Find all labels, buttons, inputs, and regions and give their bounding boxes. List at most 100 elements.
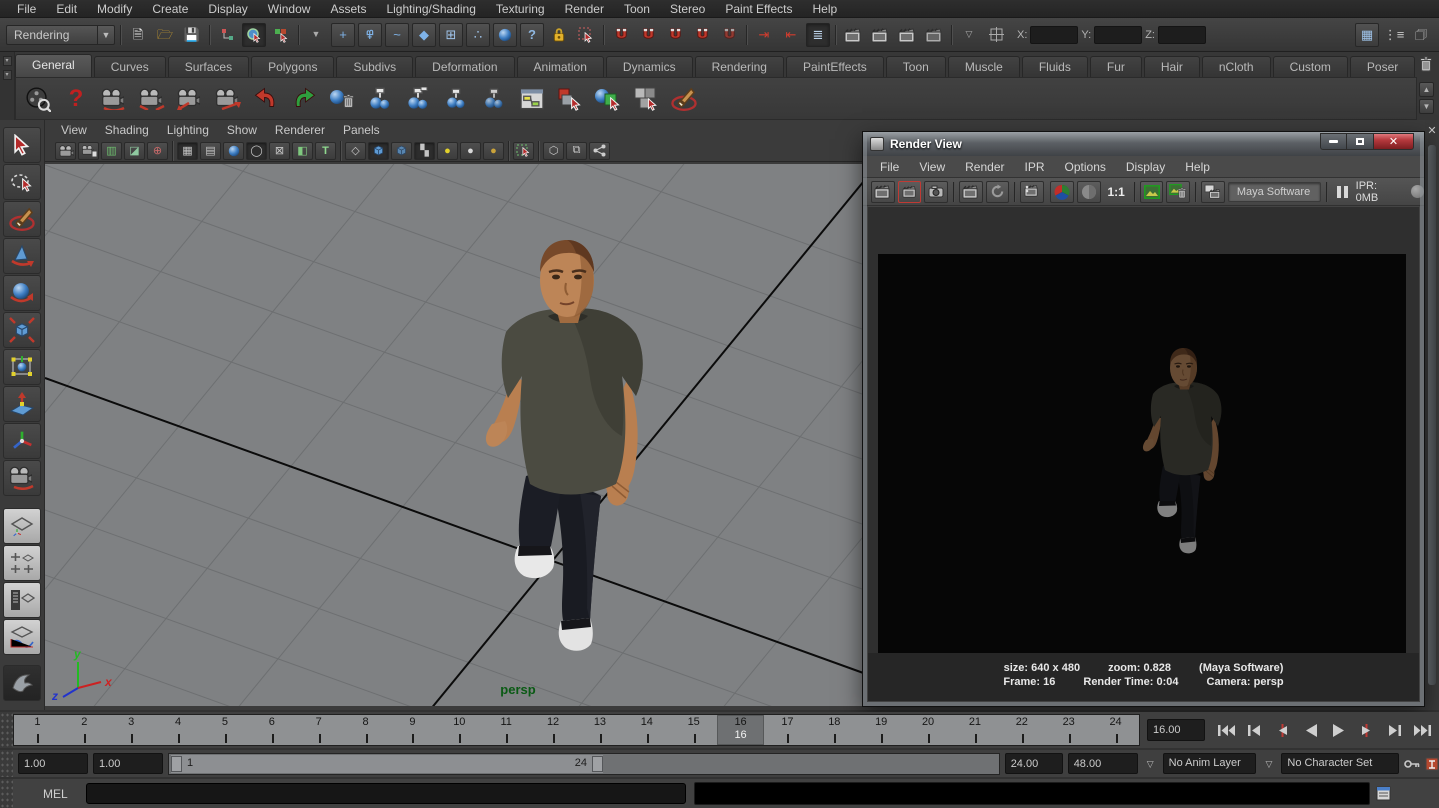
go-to-start-button[interactable]	[1213, 717, 1240, 743]
playback-end-field[interactable]	[1005, 753, 1063, 774]
keep-image-button[interactable]	[1140, 181, 1164, 203]
timeline-frame-12[interactable]: 12	[530, 715, 577, 745]
timeline-frame-2[interactable]: 2	[61, 715, 108, 745]
timeline-frame-1[interactable]: 1	[14, 715, 61, 745]
bookmarks-button[interactable]: ▥	[101, 142, 122, 160]
select-object-button[interactable]	[242, 23, 266, 47]
shelf-tab-poser[interactable]: Poser	[1350, 56, 1415, 77]
display-alpha-channel-button[interactable]	[1077, 181, 1101, 203]
render-menu-view[interactable]: View	[910, 159, 954, 175]
mask-rendering-button[interactable]	[493, 23, 517, 47]
image-plane-button[interactable]: ◪	[124, 142, 145, 160]
film-gate-button[interactable]: ▤	[200, 142, 221, 160]
share-view-button[interactable]	[589, 142, 610, 160]
shelf-item-select-component[interactable]	[628, 81, 664, 117]
chevron-down-icon[interactable]: ▽	[1261, 755, 1276, 773]
toolbar-divider[interactable]	[949, 23, 954, 47]
timeline-frame-21[interactable]: 21	[952, 715, 999, 745]
shelf-tab-general[interactable]: General	[15, 54, 92, 77]
go-to-end-button[interactable]	[1409, 717, 1436, 743]
default-lighting-button[interactable]: ●	[437, 142, 458, 160]
mask-deformers-button[interactable]: ⊞	[439, 23, 463, 47]
render-menu-display[interactable]: Display	[1117, 159, 1174, 175]
shelf-item-render-view[interactable]	[20, 81, 56, 117]
toolbar-divider[interactable]	[118, 23, 123, 47]
timeline-frame-6[interactable]: 6	[248, 715, 295, 745]
command-drag-handle[interactable]	[0, 779, 13, 808]
select-component-button[interactable]	[269, 23, 293, 47]
playback-start-field[interactable]	[93, 753, 163, 774]
menu-edit[interactable]: Edit	[47, 1, 86, 17]
step-forward-key-button[interactable]	[1353, 717, 1380, 743]
timeline-frame-15[interactable]: 15	[670, 715, 717, 745]
close-panel-icon[interactable]: ✕	[1425, 124, 1439, 137]
mask-joints-button[interactable]: ߾	[358, 23, 382, 47]
step-back-key-button[interactable]	[1269, 717, 1296, 743]
shelf-tab-polygons[interactable]: Polygons	[251, 56, 334, 77]
maya-muscle-tool-button[interactable]	[3, 665, 41, 701]
select-tool-button[interactable]	[3, 127, 41, 163]
shelf-tab-fluids[interactable]: Fluids	[1022, 56, 1088, 77]
shelf-item-ik-handle-tool[interactable]	[400, 81, 436, 117]
isolate-select-button[interactable]: ⬡	[543, 142, 564, 160]
universal-manipulator-button[interactable]	[3, 349, 41, 385]
timeline-frame-24[interactable]: 24	[1092, 715, 1139, 745]
menu-texturing[interactable]: Texturing	[487, 1, 554, 17]
shelf-item-redo[interactable]	[286, 81, 322, 117]
timeline-frame-4[interactable]: 4	[155, 715, 202, 745]
use-all-lights-button[interactable]: ▚	[414, 142, 435, 160]
selection-mask-expand-button[interactable]: ▼	[304, 23, 328, 47]
snap-to-points-button[interactable]	[663, 23, 687, 47]
y-input[interactable]	[1094, 26, 1142, 44]
timeline-frame-20[interactable]: 20	[905, 715, 952, 745]
timeline-frame-10[interactable]: 10	[436, 715, 483, 745]
timeline-frame-22[interactable]: 22	[998, 715, 1045, 745]
toolbar-divider[interactable]	[601, 23, 606, 47]
timeline-frame-11[interactable]: 11	[483, 715, 530, 745]
pause-ipr-button[interactable]	[1332, 186, 1353, 198]
shelf-item-hypergraph[interactable]	[514, 81, 550, 117]
gate-mask-button[interactable]: ◯	[246, 142, 267, 160]
time-slider[interactable]: 1 2 3 4 5 6 7 8 9 10 11 12 13 14 15 1616…	[13, 714, 1140, 746]
shelf-tab-dynamics[interactable]: Dynamics	[606, 56, 693, 77]
shelf-tab-muscle[interactable]: Muscle	[948, 56, 1020, 77]
timeline-frame-5[interactable]: 5	[202, 715, 249, 745]
menu-modify[interactable]: Modify	[88, 1, 141, 17]
camera-attributes-button[interactable]	[78, 142, 99, 160]
menu-render[interactable]: Render	[556, 1, 613, 17]
move-tool-button[interactable]	[3, 238, 41, 274]
shelf-tab-deformation[interactable]: Deformation	[415, 56, 514, 77]
render-menu-help[interactable]: Help	[1176, 159, 1219, 175]
snapshot-button[interactable]	[924, 181, 948, 203]
redo-previous-render-button[interactable]	[871, 181, 895, 203]
safe-title-button[interactable]: T	[315, 142, 336, 160]
step-forward-frame-button[interactable]	[1381, 717, 1408, 743]
resolution-gate-button[interactable]	[223, 142, 244, 160]
close-button[interactable]: ✕	[1374, 133, 1414, 150]
shelf-item-undo[interactable]	[248, 81, 284, 117]
timeline-frame-23[interactable]: 23	[1045, 715, 1092, 745]
animation-start-field[interactable]	[18, 753, 88, 774]
new-scene-button[interactable]: 🗎	[126, 23, 150, 47]
remove-image-button[interactable]	[1166, 181, 1190, 203]
timeline-frame-14[interactable]: 14	[623, 715, 670, 745]
select-hierarchy-button[interactable]	[215, 23, 239, 47]
animation-preferences-icon[interactable]	[1425, 757, 1439, 771]
panel-menu-panels[interactable]: Panels	[335, 122, 388, 138]
shelf-item-camera-orbit[interactable]	[96, 81, 132, 117]
open-scene-button[interactable]: 🗁	[153, 23, 177, 47]
scroll-down-icon[interactable]: ▼	[1419, 99, 1434, 114]
rendered-image[interactable]	[878, 254, 1406, 656]
layout-persp-graph-button[interactable]	[3, 619, 41, 655]
soft-modification-tool-button[interactable]	[3, 386, 41, 422]
display-rgb-channels-button[interactable]	[1050, 181, 1074, 203]
maximize-button[interactable]	[1347, 133, 1374, 150]
menu-display[interactable]: Display	[199, 1, 256, 17]
shelf-tab-fur[interactable]: Fur	[1090, 56, 1142, 77]
snap-to-planes-button[interactable]	[690, 23, 714, 47]
wireframe-mode-button[interactable]: ◇	[345, 142, 366, 160]
character-model[interactable]	[486, 240, 643, 651]
shelf-item-insert-joint-tool[interactable]	[438, 81, 474, 117]
mask-surfaces-button[interactable]: ◆	[412, 23, 436, 47]
open-render-settings-button[interactable]	[1201, 181, 1225, 203]
